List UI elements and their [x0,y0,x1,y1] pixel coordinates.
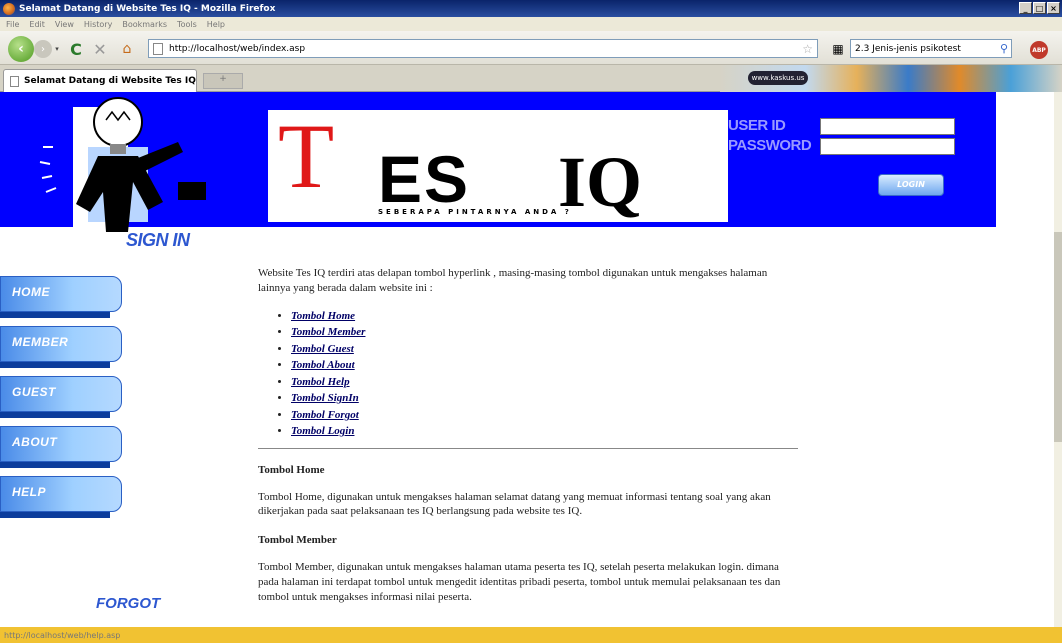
link-tombol-home[interactable]: Tombol Home [291,310,355,322]
main-content: Website Tes IQ terdiri atas delapan tomb… [258,266,798,619]
list-item: Tombol Home [291,308,798,325]
scrollbar-thumb[interactable] [1054,232,1062,442]
search-bar[interactable]: 2.3 Jenis-jenis psikotest ⚲ [850,39,1012,58]
navigation-toolbar: ‹ › ▾ C ✕ ⌂ http://localhost/web/index.a… [0,31,1062,65]
status-text: http://localhost/web/help.asp [4,630,121,640]
section-heading-home: Tombol Home [258,463,325,476]
window-titlebar: Selamat Datang di Website Tes IQ - Mozil… [0,0,1062,17]
web-page: T ES IQ SEBERAPA PINTARNYA ANDA ? USER I… [0,92,1054,627]
signin-link[interactable]: SIGN IN [126,230,190,251]
search-icon[interactable]: ⚲ [1000,42,1008,55]
address-bar[interactable]: http://localhost/web/index.asp ☆ [148,39,818,58]
sidebar-item-help[interactable]: HELP [0,474,132,520]
list-item: Tombol Guest [291,341,798,358]
firefox-icon [3,2,15,15]
sidebar-item-about[interactable]: ABOUT [0,424,132,470]
sidebar-item-label: HELP [12,485,47,499]
plus-icon: + [219,74,227,84]
minimize-icon[interactable]: _ [1019,2,1032,14]
list-item: Tombol SignIn [291,390,798,407]
google-icon: ▦ [832,41,844,56]
vertical-scrollbar[interactable] [1054,92,1062,627]
adblock-label: ABP [1032,46,1046,54]
password-label: PASSWORD [728,137,812,154]
menu-history[interactable]: History [84,20,112,29]
menu-edit[interactable]: Edit [29,20,45,29]
list-item: Tombol Login [291,423,798,440]
lightbulb-man-graphic [39,97,206,232]
sidebar-item-label: ABOUT [12,435,58,449]
link-tombol-forgot[interactable]: Tombol Forgot [291,409,359,421]
adblock-plus-icon[interactable]: ABP [1030,41,1048,59]
history-dropdown-button[interactable]: ▾ [53,43,61,55]
menu-help[interactable]: Help [207,20,225,29]
content-divider [258,447,798,449]
window-title: Selamat Datang di Website Tes IQ - Mozil… [19,3,276,14]
list-item: Tombol Forgot [291,407,798,424]
back-button[interactable]: ‹ [8,36,34,62]
tab-page-icon [10,75,19,87]
menu-file[interactable]: File [6,20,19,29]
home-icon: ⌂ [122,41,132,57]
hyperlink-list: Tombol Home Tombol Member Tombol Guest T… [258,308,798,440]
status-bar: http://localhost/web/help.asp [0,627,1062,643]
sidebar-item-label: GUEST [12,385,56,399]
section-body-member: Tombol Member, digunakan untuk mengakses… [258,561,781,603]
new-tab-button[interactable]: + [203,73,243,89]
userid-label: USER ID [728,117,786,134]
menu-bar: File Edit View History Bookmarks Tools H… [0,17,1062,31]
logo-tagline: SEBERAPA PINTARNYA ANDA ? [378,208,572,216]
forward-button[interactable]: › [34,40,52,58]
home-button[interactable]: ⌂ [118,41,136,57]
sidebar-item-label: MEMBER [12,335,69,349]
logo-letters-es: ES [378,142,471,216]
tab-bar: Selamat Datang di Website Tes IQ + [0,65,1062,92]
list-item: Tombol Help [291,374,798,391]
intro-paragraph: Website Tes IQ terdiri atas delapan tomb… [258,267,768,294]
forward-arrow-icon: › [41,43,45,55]
kaskus-label: www.kaskus.us [751,74,805,82]
userid-input[interactable] [820,118,955,135]
link-tombol-about[interactable]: Tombol About [291,359,355,371]
list-item: Tombol About [291,357,798,374]
search-engine-selector[interactable]: ▦ [828,39,848,58]
link-tombol-help[interactable]: Tombol Help [291,376,350,388]
sidebar-item-label: HOME [12,285,50,299]
address-bar-url: http://localhost/web/index.asp [169,43,306,54]
forgot-link[interactable]: FORGOT [96,595,160,612]
stop-icon: ✕ [93,39,107,59]
sidebar-item-guest[interactable]: GUEST [0,374,132,420]
sidebar-item-home[interactable]: HOME [0,274,132,320]
bookmark-star-icon[interactable]: ☆ [802,42,813,56]
back-arrow-icon: ‹ [18,41,24,57]
search-bar-value: 2.3 Jenis-jenis psikotest [855,43,961,54]
tes-iq-logo: T ES IQ SEBERAPA PINTARNYA ANDA ? [268,110,728,222]
stop-button[interactable]: ✕ [92,39,108,59]
chevron-down-icon: ▾ [55,45,59,53]
login-button[interactable]: LOGIN [878,174,944,196]
logo-letter-t: T [278,105,335,207]
link-tombol-guest[interactable]: Tombol Guest [291,343,354,355]
page-icon [153,42,163,55]
kaskus-bookmark-badge[interactable]: www.kaskus.us [748,71,808,85]
link-tombol-signin[interactable]: Tombol SignIn [291,392,359,404]
link-tombol-member[interactable]: Tombol Member [291,326,365,338]
menu-bookmarks[interactable]: Bookmarks [122,20,167,29]
menu-tools[interactable]: Tools [177,20,197,29]
window-controls: _ □ × [1019,2,1060,14]
sidebar-item-member[interactable]: MEMBER [0,324,132,370]
reload-icon: C [70,39,82,59]
section-heading-member: Tombol Member [258,534,337,547]
close-icon[interactable]: × [1047,2,1060,14]
reload-button[interactable]: C [68,39,84,59]
list-item: Tombol Member [291,324,798,341]
tab-title: Selamat Datang di Website Tes IQ [24,76,196,86]
section-body-home: Tombol Home, digunakan untuk mengakses h… [258,490,771,518]
menu-view[interactable]: View [55,20,74,29]
tab-active[interactable]: Selamat Datang di Website Tes IQ [3,69,197,92]
password-input[interactable] [820,138,955,155]
link-tombol-login[interactable]: Tombol Login [291,425,354,437]
maximize-icon[interactable]: □ [1033,2,1046,14]
